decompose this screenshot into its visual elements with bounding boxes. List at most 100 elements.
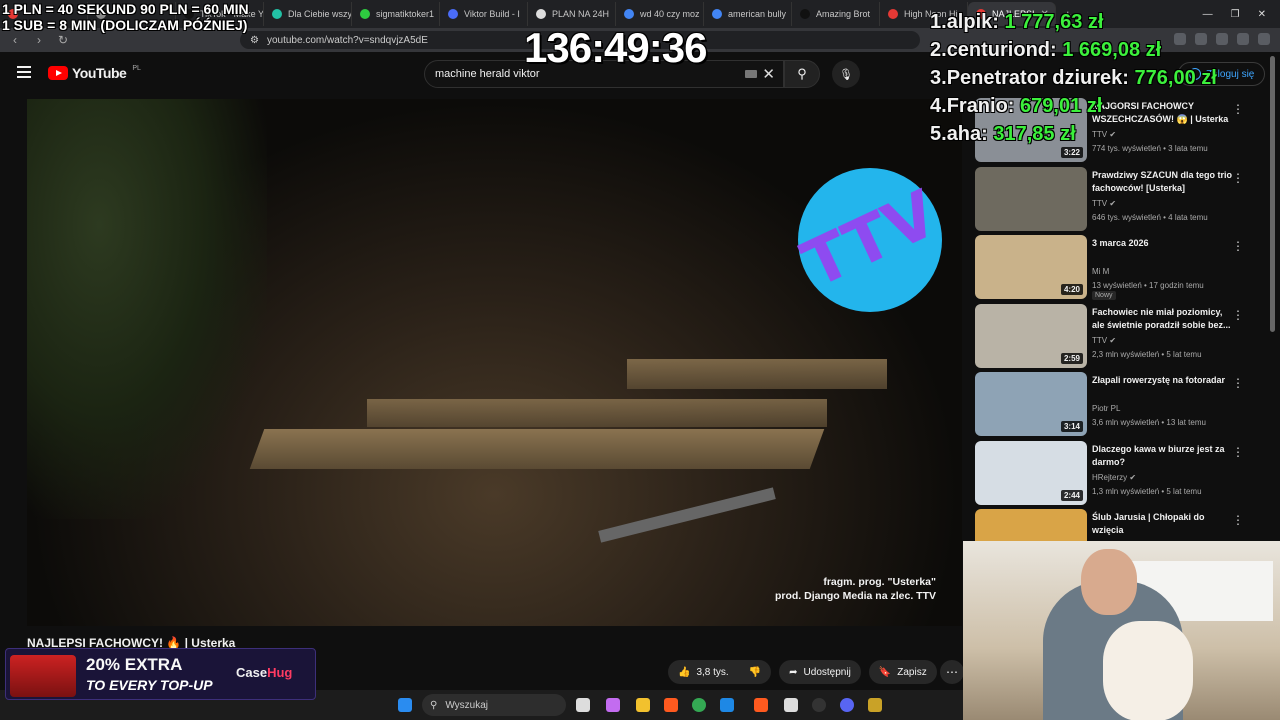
forward-icon[interactable]: › bbox=[32, 33, 46, 47]
browser-tab[interactable]: Amazing Brot bbox=[792, 2, 880, 26]
brave-icon[interactable] bbox=[664, 698, 678, 712]
video-actions: 👍 3,8 tys. 👎 ➦ Udostępnij 🔖 Zapisz bbox=[668, 660, 937, 684]
thumbs-down-icon[interactable]: 👎 bbox=[749, 667, 761, 678]
browser-tab[interactable]: PLAN NA 24H bbox=[528, 2, 616, 26]
extension-icon[interactable] bbox=[1258, 33, 1270, 45]
recommendation-item[interactable]: Prawdziwy SZACUN dla tego trio fachowców… bbox=[975, 166, 1265, 231]
like-button[interactable]: 👍 3,8 tys. 👎 bbox=[668, 660, 772, 684]
voice-search-button[interactable]: 🎙 bbox=[832, 60, 860, 88]
recommendation-title[interactable]: Złapali rowerzystę na fotoradar bbox=[1092, 374, 1234, 387]
video-credit: fragm. prog. "Usterka" prod. Django Medi… bbox=[774, 576, 936, 602]
screen: TikTok - Make Y Dla Ciebie wszy sigmatikto… bbox=[0, 0, 1280, 720]
subathon-timer: 136:49:36 bbox=[524, 24, 707, 71]
browser-tab[interactable]: wd 40 czy moz bbox=[616, 2, 704, 26]
more-options-icon[interactable]: ⋮ bbox=[1232, 308, 1244, 322]
recommendation-title[interactable]: Prawdziwy SZACUN dla tego trio fachowców… bbox=[1092, 169, 1234, 195]
keyboard-icon[interactable] bbox=[745, 70, 757, 78]
share-button[interactable]: ➦ Udostępnij bbox=[779, 660, 861, 684]
channel-name[interactable]: Mi M bbox=[1092, 267, 1109, 276]
webcam-dog bbox=[1103, 621, 1193, 720]
more-options-icon[interactable]: ⋮ bbox=[1232, 445, 1244, 459]
share-icon: ➦ bbox=[789, 666, 798, 678]
maximize-icon[interactable]: ❐ bbox=[1231, 9, 1240, 20]
brave-active-icon[interactable] bbox=[754, 698, 768, 712]
tab-favicon-icon bbox=[888, 9, 898, 19]
clear-search-icon[interactable]: ✕ bbox=[762, 65, 775, 83]
more-actions-button[interactable]: ⋯ bbox=[940, 660, 964, 684]
browser-tab[interactable]: Dla Ciebie wszy bbox=[264, 2, 352, 26]
menu-icon[interactable] bbox=[17, 66, 31, 78]
task-view-icon[interactable] bbox=[576, 698, 590, 712]
video-plank bbox=[249, 429, 825, 469]
channel-name[interactable]: TTV ✔ bbox=[1092, 199, 1116, 208]
more-options-icon[interactable]: ⋮ bbox=[1232, 102, 1244, 116]
browser-tab[interactable]: sigmatiktoker1 bbox=[352, 2, 440, 26]
recommendation-item[interactable]: 4:20 3 marca 2026 Mi M 13 wyświetleń • 17 g… bbox=[975, 235, 1265, 300]
video-player[interactable]: TTV fragm. prog. "Usterka" prod. Django … bbox=[27, 99, 962, 626]
extension-icon[interactable] bbox=[1216, 33, 1228, 45]
more-options-icon[interactable]: ⋮ bbox=[1232, 239, 1244, 253]
video-thumbnail[interactable]: 2:44 bbox=[975, 440, 1087, 505]
channel-name[interactable]: HRejterzy ✔ bbox=[1092, 473, 1136, 482]
leaderboard-entry: 1.alpik: 1 777,63 zł bbox=[930, 11, 1104, 33]
windows-start-icon[interactable] bbox=[398, 698, 412, 712]
channel-name[interactable]: TTV ✔ bbox=[1092, 336, 1116, 345]
bookmark-icon: 🔖 bbox=[878, 666, 892, 678]
donation-leaderboard: 1.alpik: 1 777,63 zł 2.centuriond: 1 669,… bbox=[930, 8, 1217, 148]
casehug-promo-banner[interactable]: 20% EXTRA TO EVERY TOP-UP CaseHug bbox=[5, 648, 316, 700]
video-thumbnail[interactable]: 4:20 bbox=[975, 235, 1087, 299]
tab-favicon-icon bbox=[712, 9, 722, 19]
more-options-icon[interactable]: ⋮ bbox=[1232, 171, 1244, 185]
verified-icon: ✔ bbox=[1109, 335, 1117, 345]
back-icon[interactable]: ‹ bbox=[8, 33, 22, 47]
recommendation-item[interactable]: 2:59 Fachowiec nie miał poziomicy, ale św… bbox=[975, 303, 1265, 368]
file-explorer-icon[interactable] bbox=[636, 698, 650, 712]
recommendation-item[interactable]: Ślub Jarusia | Chłopaki do wzięcia ⋮ bbox=[975, 509, 1265, 542]
browser-tab[interactable]: Viktor Build - I bbox=[440, 2, 528, 26]
recommendation-title[interactable]: Fachowiec nie miał poziomicy, ale świetn… bbox=[1092, 306, 1234, 332]
video-plank bbox=[627, 359, 887, 389]
recommendations-list: 3:22 NAJGORSI FACHOWCY WSZECHCZASÓW! 😱 | … bbox=[975, 96, 1265, 542]
video-metal-bar bbox=[598, 487, 776, 543]
recommendation-item[interactable]: 3:14 Złapali rowerzystę na fotoradar Piotr… bbox=[975, 372, 1265, 436]
recommendation-item[interactable]: 2:44 Dlaczego kawa w biurze jest za darmo… bbox=[975, 440, 1265, 505]
app-icon[interactable] bbox=[868, 698, 882, 712]
youtube-logo[interactable]: YouTube PL bbox=[48, 65, 141, 81]
store-icon[interactable] bbox=[720, 698, 734, 712]
scrollbar[interactable] bbox=[1270, 56, 1275, 332]
recommendation-title[interactable]: Dlaczego kawa w biurze jest za darmo? bbox=[1092, 443, 1234, 469]
video-thumbnail[interactable]: 2:59 bbox=[975, 303, 1087, 368]
duration-badge: 3:14 bbox=[1060, 421, 1083, 432]
channel-name[interactable]: Piotr PL bbox=[1092, 404, 1120, 413]
recommendation-title[interactable]: 3 marca 2026 bbox=[1092, 237, 1234, 250]
search-icon: ⚲ bbox=[797, 66, 807, 81]
close-window-icon[interactable]: ✕ bbox=[1258, 9, 1266, 20]
video-thumbnail[interactable] bbox=[975, 509, 1087, 542]
site-info-icon[interactable]: ⚙ bbox=[250, 35, 259, 46]
tab-favicon-icon bbox=[800, 9, 810, 19]
browser-tab[interactable]: american bully bbox=[704, 2, 792, 26]
obs-icon[interactable] bbox=[812, 698, 826, 712]
recommendation-title[interactable]: Ślub Jarusia | Chłopaki do wzięcia bbox=[1092, 511, 1234, 537]
video-foliage bbox=[27, 99, 267, 519]
donation-rules-overlay: 1 PLN = 40 SEKUND 90 PLN = 60 MIN 1 SUB … bbox=[2, 1, 249, 33]
extension-icon[interactable] bbox=[1237, 33, 1249, 45]
video-thumbnail[interactable]: 3:14 bbox=[975, 372, 1087, 436]
save-button[interactable]: 🔖 Zapisz bbox=[868, 660, 937, 684]
video-thumbnail[interactable] bbox=[975, 166, 1087, 231]
reload-icon[interactable]: ↻ bbox=[56, 33, 70, 47]
more-options-icon[interactable]: ⋮ bbox=[1232, 376, 1244, 390]
copilot-icon[interactable] bbox=[606, 698, 620, 712]
tab-label: wd 40 czy moz bbox=[640, 9, 700, 19]
discord-icon[interactable] bbox=[840, 698, 854, 712]
taskbar-search[interactable]: ⚲ Wyszukaj bbox=[422, 694, 566, 716]
duration-badge: 2:44 bbox=[1060, 489, 1083, 501]
search-button[interactable]: ⚲ bbox=[784, 60, 820, 88]
promo-headline: 20% EXTRA bbox=[86, 655, 183, 674]
chrome-icon[interactable] bbox=[692, 698, 706, 712]
notes-icon[interactable] bbox=[784, 698, 798, 712]
tab-label: PLAN NA 24H bbox=[552, 9, 610, 19]
more-options-icon[interactable]: ⋮ bbox=[1232, 513, 1244, 527]
tab-label: sigmatiktoker1 bbox=[376, 9, 435, 19]
casehug-logo: CaseHug bbox=[236, 665, 293, 680]
